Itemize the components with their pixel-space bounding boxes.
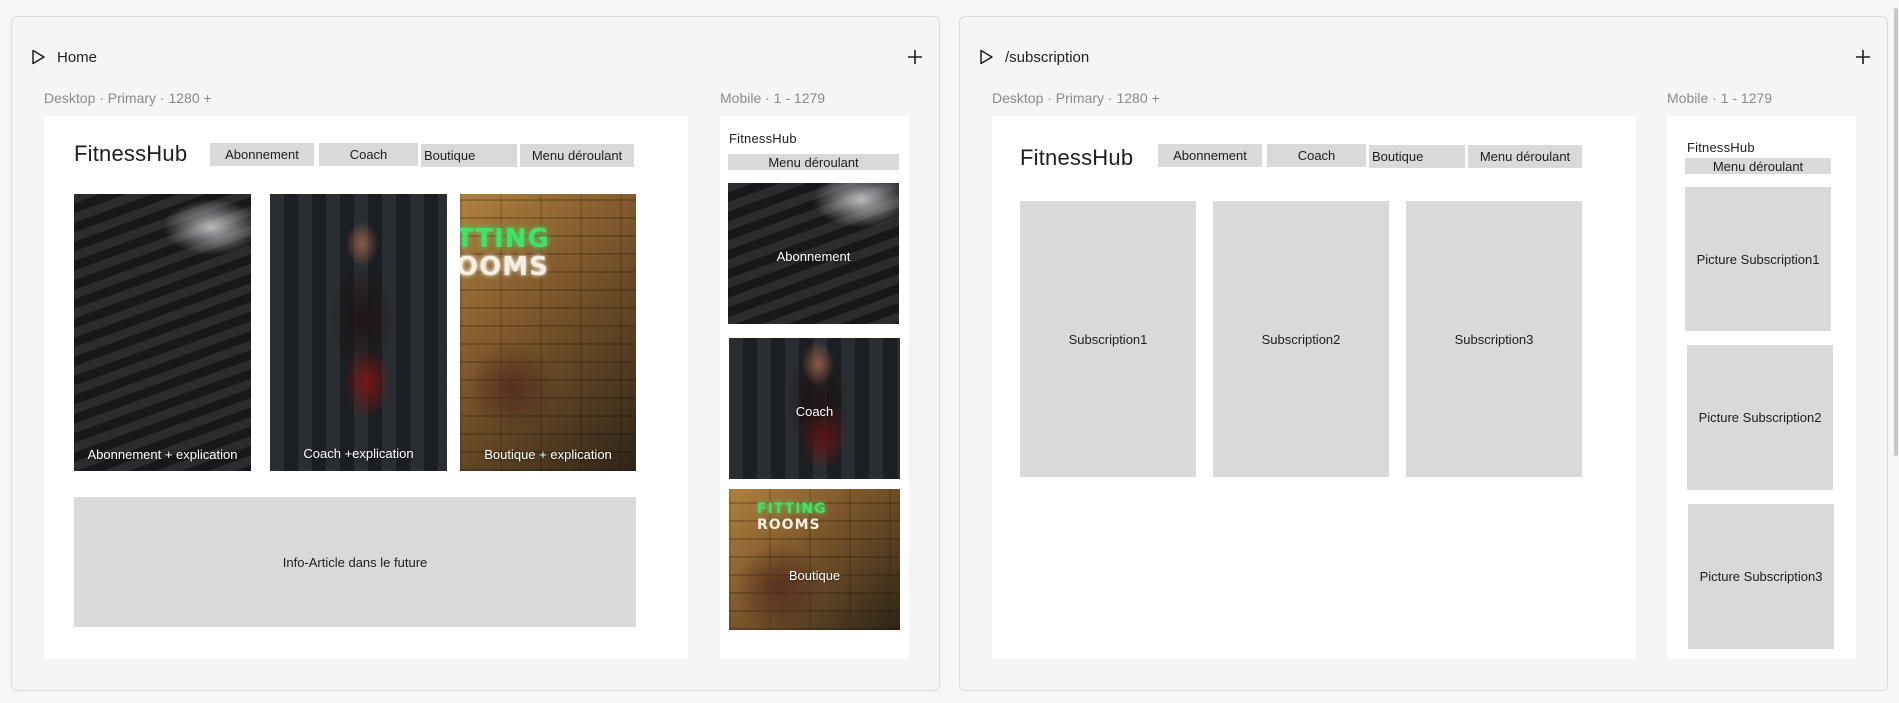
card-boutique[interactable]: TTING OOMS Boutique + explication [460, 194, 636, 471]
nav-menu-deroulant[interactable]: Menu déroulant [520, 144, 634, 167]
mobile-frame-label[interactable]: Mobile · 1 - 1279 [720, 90, 825, 106]
nav-abonnement[interactable]: Abonnement [1158, 144, 1262, 167]
page-panel-home: Home Desktop · Primary · 1280 + Mobile ·… [11, 16, 940, 691]
card-coach[interactable]: Coach +explication [270, 194, 447, 471]
page-title[interactable]: /subscription [1005, 49, 1089, 66]
plus-icon[interactable] [906, 48, 924, 66]
picture-subscription-3[interactable]: Picture Subscription3 [1688, 504, 1834, 649]
nav-menu-deroulant[interactable]: Menu déroulant [1468, 145, 1582, 168]
mobile-menu-deroulant[interactable]: Menu déroulant [728, 154, 899, 170]
panel-header: /subscription [960, 17, 1887, 73]
card-caption: Coach +explication [303, 446, 414, 461]
card-caption: Boutique [788, 568, 841, 583]
card-abonnement[interactable]: Abonnement + explication [74, 194, 251, 471]
plus-icon[interactable] [1854, 48, 1872, 66]
card-caption: Abonnement [776, 249, 851, 264]
nav-abonnement[interactable]: Abonnement [210, 143, 314, 166]
neon-sign-text: FITTING [757, 501, 827, 517]
card-caption: Boutique + explication [484, 447, 612, 462]
panel-header: Home [12, 17, 939, 73]
mobile-card-coach[interactable]: Coach [729, 338, 900, 479]
card-caption: Coach [795, 404, 834, 419]
mobile-frame[interactable]: FitnessHub Menu déroulant Abonnement Coa… [720, 116, 909, 659]
nav-coach[interactable]: Coach [1267, 144, 1366, 167]
subscription-card-1[interactable]: Subscription1 [1020, 201, 1196, 477]
vertical-scrollbar[interactable] [1894, 8, 1898, 456]
desktop-frame[interactable]: FitnessHub Abonnement Coach Boutique Men… [44, 116, 688, 659]
subscription-card-3[interactable]: Subscription3 [1406, 201, 1582, 477]
neon-sign-text: ROOMS [757, 517, 821, 533]
mobile-card-boutique[interactable]: FITTING ROOMS Boutique [729, 489, 900, 630]
nav-boutique[interactable]: Boutique [1369, 145, 1465, 168]
picture-subscription-2[interactable]: Picture Subscription2 [1687, 345, 1833, 490]
desktop-frame-label[interactable]: Desktop · Primary · 1280 + [44, 90, 212, 106]
card-caption: Abonnement + explication [87, 447, 238, 462]
page-panel-subscription: /subscription Desktop · Primary · 1280 +… [959, 16, 1888, 691]
info-article-placeholder[interactable]: Info-Article dans le future [74, 497, 636, 627]
neon-sign-text: OOMS [460, 252, 549, 282]
brand-logo[interactable]: FitnessHub [1020, 145, 1133, 171]
subscription-card-2[interactable]: Subscription2 [1213, 201, 1389, 477]
mobile-menu-deroulant[interactable]: Menu déroulant [1685, 158, 1831, 174]
mobile-card-abonnement[interactable]: Abonnement [728, 183, 899, 324]
nav-boutique[interactable]: Boutique [421, 144, 517, 167]
play-icon[interactable] [977, 48, 995, 66]
neon-sign-text: TTING [460, 224, 550, 254]
brand-logo[interactable]: FitnessHub [729, 131, 797, 146]
desktop-frame-label[interactable]: Desktop · Primary · 1280 + [992, 90, 1160, 106]
nav-coach[interactable]: Coach [319, 143, 418, 166]
brand-logo[interactable]: FitnessHub [1687, 140, 1755, 155]
mobile-frame[interactable]: FitnessHub Menu déroulant Picture Subscr… [1667, 116, 1856, 659]
picture-subscription-1[interactable]: Picture Subscription1 [1685, 187, 1831, 331]
brand-logo[interactable]: FitnessHub [74, 141, 187, 167]
mobile-frame-label[interactable]: Mobile · 1 - 1279 [1667, 90, 1772, 106]
desktop-frame[interactable]: FitnessHub Abonnement Coach Boutique Men… [992, 116, 1636, 659]
play-icon[interactable] [29, 48, 47, 66]
page-title[interactable]: Home [57, 49, 97, 66]
